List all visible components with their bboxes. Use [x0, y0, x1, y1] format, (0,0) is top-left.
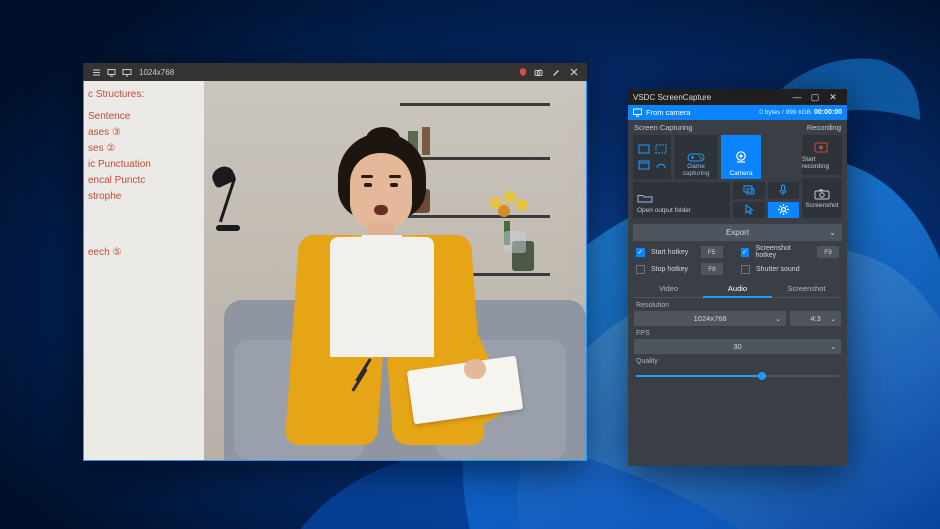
camera-preview-viewport: c Structures: Sentence ases ③ ses ② ic P… [83, 81, 587, 461]
screenshot-hotkey-key[interactable]: F9 [817, 246, 839, 258]
resolution-label: Resolution [628, 298, 847, 311]
camera-preview-window: 1024x768 c Structures: Sentence ases ③ s… [83, 63, 587, 461]
mic-icon[interactable] [768, 182, 799, 199]
source-tab-label: From camera [646, 108, 691, 117]
person-illustration [244, 127, 514, 457]
webcam-icon [733, 150, 749, 164]
chevron-down-icon: ⌄ [830, 315, 836, 323]
section-capture-label: Screen Capturing [628, 120, 801, 135]
shutter-sound-label: Shutter sound [756, 266, 800, 273]
section-headers: Screen Capturing Recording [628, 120, 847, 135]
minimize-button[interactable]: — [788, 92, 806, 102]
record-icon [814, 141, 830, 154]
start-recording-button[interactable]: Start recording [802, 135, 842, 175]
tool-grid [733, 182, 799, 218]
menu-icon[interactable] [92, 68, 101, 77]
open-output-folder-button[interactable]: Open output folder [633, 182, 730, 218]
freeform-icon[interactable] [654, 159, 668, 172]
start-hotkey-checkbox[interactable]: ✓ [636, 248, 645, 257]
settings-gear-button[interactable] [768, 202, 799, 219]
start-hotkey-key[interactable]: F5 [701, 246, 723, 258]
fullscreen-icon[interactable] [637, 143, 651, 156]
export-label: Export [726, 228, 749, 237]
camera-mode-button[interactable]: Camera [721, 135, 761, 179]
monitor-icon[interactable] [107, 68, 116, 77]
stop-hotkey-key[interactable]: F8 [701, 263, 723, 275]
cursor-icon[interactable] [733, 202, 764, 219]
preview-close-icon[interactable] [570, 68, 578, 76]
fps-label: FPS [628, 326, 847, 339]
source-tab[interactable]: From camera 0 bytes / 999 kGB 00:00:00 [628, 105, 847, 120]
chevron-down-icon: ⌄ [775, 315, 781, 323]
gamepad-icon [687, 151, 705, 163]
settings-title: VSDC ScreenCapture [633, 93, 711, 102]
camera-icon [814, 188, 830, 200]
av-tabs: Video Audio Screenshot [634, 281, 841, 298]
screenshot-hotkey-checkbox[interactable]: ✓ [741, 248, 750, 257]
display-icon[interactable] [122, 68, 132, 77]
quality-label: Quality [628, 354, 847, 367]
gear-icon [777, 203, 790, 216]
status-time: 00:00:00 [814, 109, 842, 116]
preview-resolution-label: 1024x768 [139, 68, 174, 77]
section-record-label: Recording [801, 120, 847, 135]
whiteboard-illustration: c Structures: Sentence ases ③ ses ② ic P… [84, 81, 204, 461]
game-capturing-button[interactable]: Game capturing [674, 135, 718, 179]
quality-slider[interactable] [636, 371, 839, 381]
chevron-down-icon: ⌄ [829, 228, 836, 237]
shield-icon[interactable] [518, 67, 528, 77]
shutter-sound-checkbox[interactable] [741, 265, 750, 274]
tab-video[interactable]: Video [634, 281, 703, 298]
stop-hotkey-label: Stop hotkey [651, 266, 695, 273]
screenshot-button[interactable]: Screenshot [802, 178, 842, 218]
preview-titlebar[interactable]: 1024x768 [83, 63, 587, 81]
window-icon[interactable] [637, 159, 651, 172]
tab-audio[interactable]: Audio [703, 281, 772, 298]
monitor-icon [633, 108, 642, 117]
settings-titlebar[interactable]: VSDC ScreenCapture — ▢ ✕ [628, 89, 847, 105]
close-button[interactable]: ✕ [824, 92, 842, 103]
camera-small-icon[interactable] [534, 68, 545, 77]
status-bytes: 0 bytes / 999 kGB [759, 109, 811, 116]
brush-icon[interactable] [551, 67, 561, 77]
stop-hotkey-checkbox[interactable] [636, 265, 645, 274]
aspect-select[interactable]: 4:3⌄ [790, 311, 841, 326]
tab-screenshot[interactable]: Screenshot [772, 281, 841, 298]
chevron-down-icon: ⌄ [830, 343, 836, 351]
screenshot-hotkey-label: Screenshot hotkey [755, 245, 811, 259]
fps-select[interactable]: 30⌄ [634, 339, 841, 354]
overlay-icon[interactable] [733, 182, 764, 199]
maximize-button[interactable]: ▢ [806, 92, 824, 103]
folder-icon [637, 193, 653, 204]
start-hotkey-label: Start hotkey [651, 249, 695, 256]
capture-region-buttons[interactable] [633, 135, 671, 179]
settings-window: VSDC ScreenCapture — ▢ ✕ From camera 0 b… [628, 89, 847, 466]
resolution-select[interactable]: 1024x768⌄ [634, 311, 786, 326]
export-dropdown[interactable]: Export ⌄ [633, 224, 842, 241]
area-icon[interactable] [654, 143, 668, 156]
